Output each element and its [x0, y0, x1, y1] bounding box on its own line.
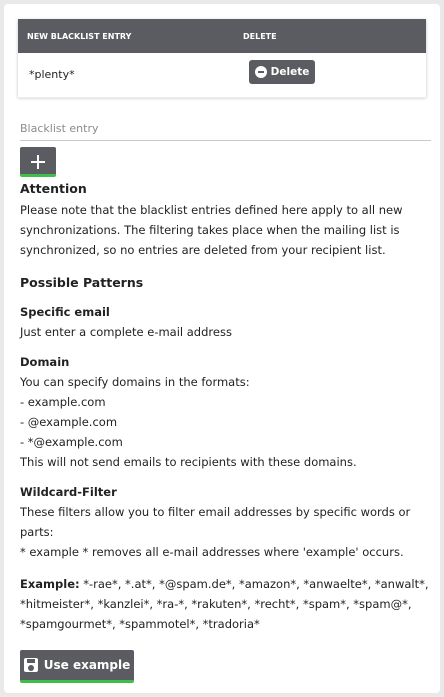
blacklist-entry-label: Blacklist entry — [20, 122, 99, 135]
domain-outro: This will not send emails to recipients … — [20, 455, 357, 469]
table-row: *plenty* Delete — [18, 53, 426, 98]
wildcard-text: These filters allow you to filter email … — [20, 505, 411, 539]
example-label: Example: — [20, 577, 80, 591]
add-button[interactable] — [20, 147, 56, 177]
domain-intro: You can specify domains in the formats: — [20, 375, 250, 389]
blacklist-entry-input[interactable] — [20, 140, 431, 141]
specific-email-heading: Specific email — [20, 305, 110, 319]
minus-circle-icon — [254, 66, 267, 78]
blacklist-panel: NEW BLACKLIST ENTRY DELETE *plenty* Dele… — [4, 4, 440, 693]
specific-email-text: Just enter a complete e-mail address — [20, 325, 232, 339]
wildcard-example-line: * example * removes all e-mail addresses… — [20, 545, 404, 559]
example-patterns: Example: *-rae*, *.at*, *@spam.de*, *ama… — [20, 574, 430, 634]
use-example-button[interactable]: Use example — [20, 650, 134, 683]
attention-text: Please note that the blacklist entries d… — [20, 203, 403, 257]
domain-heading: Domain — [20, 355, 70, 369]
domain-format-item: - *@example.com — [20, 435, 123, 449]
blacklist-entry-value: *plenty* — [29, 68, 75, 81]
attention-heading: Attention — [20, 181, 87, 196]
domain-format-item: - @example.com — [20, 415, 118, 429]
blacklist-table: NEW BLACKLIST ENTRY DELETE *plenty* Dele… — [18, 19, 426, 98]
help-content: Attention Please note that the blacklist… — [20, 180, 430, 634]
delete-button[interactable]: Delete — [249, 60, 315, 84]
plus-icon — [31, 155, 45, 169]
table-header: NEW BLACKLIST ENTRY DELETE — [18, 19, 426, 53]
save-icon — [23, 658, 38, 672]
column-header-delete: DELETE — [243, 32, 277, 41]
use-example-label: Use example — [43, 658, 131, 672]
example-value: *-rae*, *.at*, *@spam.de*, *amazon*, *an… — [20, 577, 429, 631]
delete-button-label: Delete — [270, 66, 310, 78]
domain-format-item: - example.com — [20, 395, 106, 409]
wildcard-heading: Wildcard-Filter — [20, 485, 117, 499]
column-header-entry: NEW BLACKLIST ENTRY — [27, 32, 132, 41]
patterns-heading: Possible Patterns — [20, 275, 144, 290]
